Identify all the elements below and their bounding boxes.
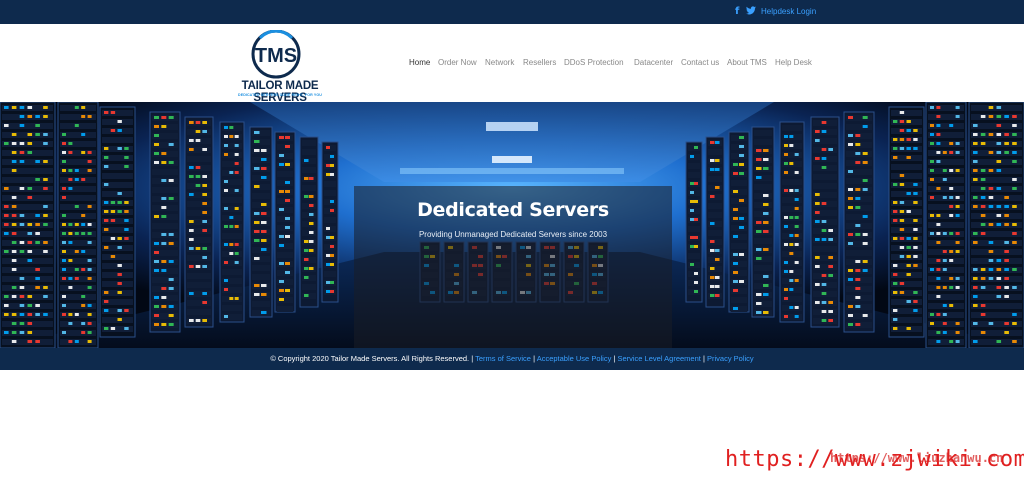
helpdesk-login-link[interactable]: Helpdesk Login [761, 7, 816, 16]
nav-resellers[interactable]: Resellers [523, 58, 556, 67]
top-bar: f Helpdesk Login [0, 0, 1024, 24]
nav-home[interactable]: Home [409, 58, 430, 67]
footer-separator: | [613, 354, 616, 363]
footer-separator: | [702, 354, 705, 363]
logo-tagline: DEDICATED SERVERS DONE RIGHT, FOR YOU [238, 93, 322, 97]
terms-of-service-link[interactable]: Terms of Service [475, 354, 531, 363]
twitter-icon[interactable] [746, 6, 756, 18]
logo-name: TAILOR MADE SERVERS [241, 80, 319, 104]
site-header: TMS TAILOR MADE SERVERS DEDICATED SERVER… [0, 24, 1024, 104]
nav-network[interactable]: Network [485, 58, 514, 67]
hero-banner: Dedicated Servers Providing Unmanaged De… [0, 102, 1024, 348]
privacy-policy-link[interactable]: Privacy Policy [707, 354, 754, 363]
site-footer: © Copyright 2020 Tailor Made Servers. Al… [0, 348, 1024, 370]
copyright-text: © Copyright 2020 Tailor Made Servers. Al… [270, 354, 474, 363]
nav-datacenter[interactable]: Datacenter [634, 58, 673, 67]
nav-order-now[interactable]: Order Now [438, 58, 477, 67]
nav-contact-us[interactable]: Contact us [681, 58, 719, 67]
tms-logo[interactable]: TMS TAILOR MADE SERVERS DEDICATED SERVER… [218, 29, 342, 104]
acceptable-use-policy-link[interactable]: Acceptable Use Policy [537, 354, 612, 363]
logo-mark-text: TMS [255, 45, 297, 67]
tms-logo-mark: TMS [251, 29, 301, 79]
nav-ddos-protection[interactable]: DDoS Protection [564, 58, 624, 67]
hero-subtitle: Providing Unmanaged Dedicated Servers si… [418, 230, 608, 239]
facebook-icon[interactable]: f [735, 6, 739, 17]
service-level-agreement-link[interactable]: Service Level Agreement [617, 354, 700, 363]
watermark: https://www.zjwiki.com [725, 447, 1024, 472]
footer-text: © Copyright 2020 Tailor Made Servers. Al… [0, 354, 1024, 363]
nav-about-tms[interactable]: About TMS [727, 58, 767, 67]
nav-help-desk[interactable]: Help Desk [775, 58, 812, 67]
footer-separator: | [533, 354, 536, 363]
hero-title: Dedicated Servers [417, 199, 609, 221]
